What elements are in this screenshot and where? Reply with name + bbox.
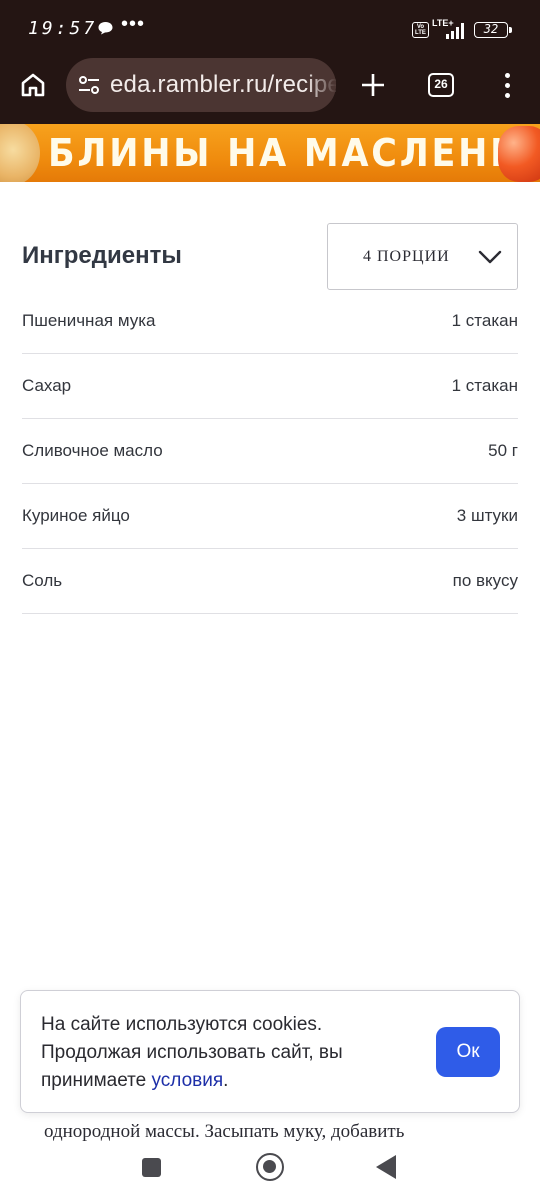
volte-icon: Vo LTE	[412, 22, 429, 38]
plus-icon	[362, 74, 384, 96]
recent-apps-button[interactable]	[142, 1158, 161, 1177]
home-button[interactable]	[14, 66, 52, 104]
menu-dot	[504, 72, 510, 78]
ingredient-row: Сахар 1 стакан	[22, 354, 518, 419]
ingredient-quantity: 50 г	[488, 441, 518, 460]
battery-icon: 32	[474, 22, 512, 38]
home-icon	[21, 73, 45, 97]
new-tab-button[interactable]	[354, 66, 392, 104]
system-nav-bar	[0, 1144, 540, 1200]
banner-text: БЛИНЫ НА МАСЛЕНИЦУ	[48, 131, 540, 175]
ingredient-quantity: 1 стакан	[451, 311, 518, 330]
ingredient-quantity: 1 стакан	[451, 376, 518, 395]
signal-icon	[446, 23, 464, 39]
cookie-terms-link[interactable]: условия	[151, 1070, 223, 1091]
portions-dropdown[interactable]: 4 ПОРЦИИ	[327, 223, 518, 290]
ingredient-row: Куриное яйцо 3 штуки	[22, 484, 518, 549]
status-more-icon: •••	[121, 13, 146, 35]
status-time: 19:57	[28, 18, 98, 39]
caviar-image	[498, 126, 540, 182]
menu-dot	[504, 82, 510, 88]
ingredient-row: Пшеничная мука 1 стакан	[22, 289, 518, 354]
ingredient-quantity: 3 штуки	[456, 506, 518, 525]
back-button[interactable]	[376, 1155, 396, 1179]
ingredient-quantity: по вкусу	[452, 571, 518, 590]
cookie-text-end: .	[223, 1070, 229, 1091]
url-fade	[306, 58, 336, 112]
ingredient-name: Пшеничная мука	[22, 311, 156, 330]
menu-dot	[504, 92, 510, 98]
cookie-message: На сайте используются cookies. Продолжая…	[41, 1011, 371, 1095]
promo-banner[interactable]: БЛИНЫ НА МАСЛЕНИЦУ	[0, 124, 540, 182]
chevron-down-icon	[478, 250, 502, 264]
cookie-banner: На сайте используются cookies. Продолжая…	[20, 990, 520, 1113]
ingredients-title: Ингредиенты	[22, 242, 182, 269]
message-icon	[98, 22, 113, 35]
browser-menu-button[interactable]	[494, 66, 520, 104]
site-settings-icon[interactable]	[78, 75, 100, 95]
tab-switcher-button[interactable]: 26	[428, 73, 454, 97]
ingredient-row: Соль по вкусу	[22, 549, 518, 614]
ingredient-row: Сливочное масло 50 г	[22, 419, 518, 484]
ingredient-name: Соль	[22, 571, 63, 590]
url-text[interactable]: eda.rambler.ru/recipes	[110, 71, 336, 99]
ingredient-name: Куриное яйцо	[22, 506, 130, 525]
portions-value: 4 ПОРЦИИ	[363, 248, 450, 265]
recipe-step-line: однородной массы. Засыпать муку, добавит…	[44, 1121, 405, 1142]
browser-toolbar: eda.rambler.ru/recipes 26	[0, 58, 540, 124]
status-bar: 19:57 ••• Vo LTE LTE+ 32	[0, 0, 540, 58]
ingredient-name: Сахар	[22, 376, 72, 395]
address-bar[interactable]: eda.rambler.ru/recipes	[66, 58, 336, 112]
ingredients-list: Пшеничная мука 1 стакан Сахар 1 стакан С…	[22, 289, 518, 614]
pancake-image	[0, 124, 40, 182]
ingredient-name: Сливочное масло	[22, 441, 163, 460]
home-nav-button[interactable]	[256, 1153, 284, 1181]
cookie-ok-button[interactable]: Ок	[436, 1027, 500, 1077]
